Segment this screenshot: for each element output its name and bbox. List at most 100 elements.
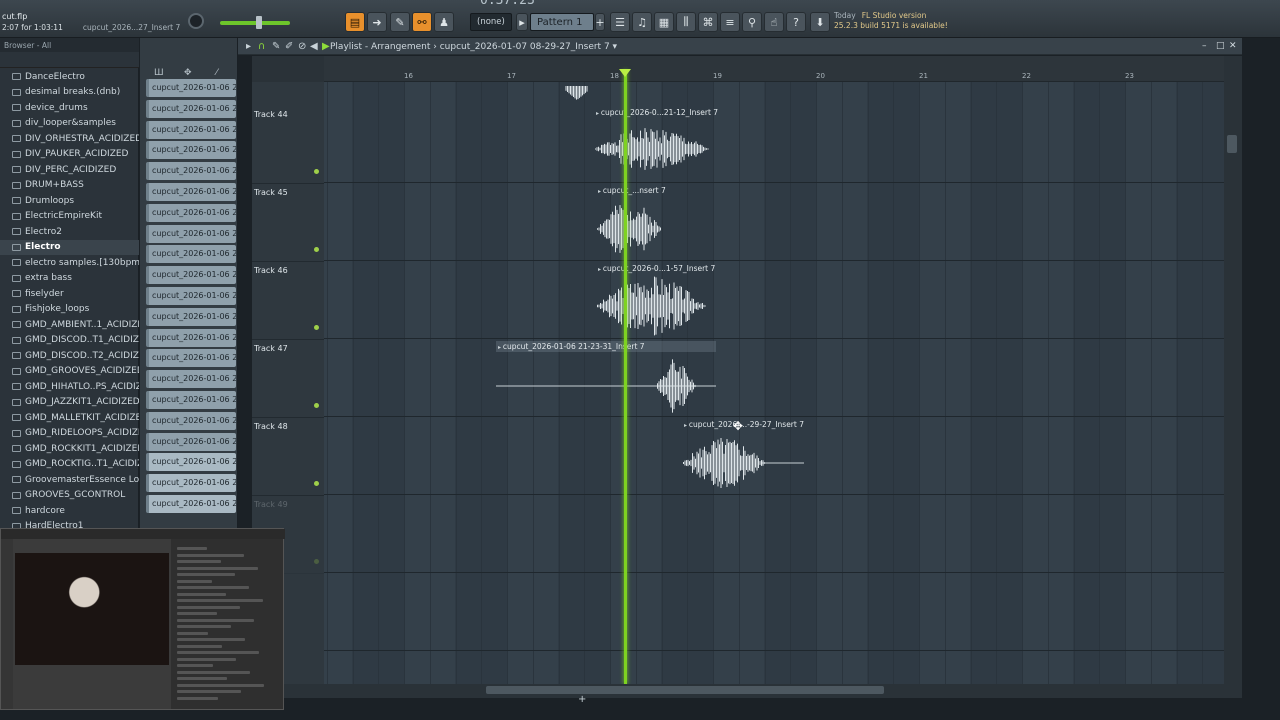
audio-waveform[interactable] — [596, 275, 706, 337]
picker-clip[interactable]: cupcut_2026-01-06 21-0... — [146, 162, 236, 181]
picker-clip[interactable]: cupcut_2026-01-06 21-1... — [146, 411, 236, 430]
browser-folder-item[interactable]: GroovemasterEssence Loops — [0, 472, 139, 488]
pattern-select[interactable]: Pattern 1 — [530, 13, 594, 31]
browser-folder-item[interactable]: DanceElectro — [0, 69, 139, 85]
maximize-icon[interactable]: □ — [1216, 41, 1225, 51]
link-button[interactable]: ⚯ — [412, 12, 432, 32]
browser-folder-item[interactable]: GMD_GROOVES_ACIDIZED — [0, 364, 139, 380]
picker-clip[interactable]: cupcut_2026-01-06 21-1... — [146, 349, 236, 368]
browser-folder-item[interactable]: GMD_MALLETKIT_ACIDIZED — [0, 410, 139, 426]
snap-arrow-button[interactable]: ➜ — [367, 12, 387, 32]
delete-icon[interactable]: ⊘ — [298, 41, 306, 52]
mute-icon[interactable]: ◀ — [310, 41, 318, 52]
browser-folder-item[interactable]: fiselyder — [0, 286, 139, 302]
picker-clip[interactable]: cupcut_2026-01-06 21-1... — [146, 432, 236, 451]
track-mute-led[interactable] — [314, 403, 319, 408]
playlist-grid[interactable]: cupcut_2026-0...21-12_Insert 7 cupcut_...… — [324, 82, 1224, 684]
add-track-icon[interactable]: + — [578, 694, 586, 705]
browser-folder-item[interactable]: DIV_ORHESTRA_ACIDIZED — [0, 131, 139, 147]
picker-clip[interactable]: cupcut_2026-01-06 21-1... — [146, 245, 236, 264]
mixer-button[interactable]: ⫼ — [676, 12, 696, 32]
playhead[interactable] — [624, 70, 627, 684]
audio-clip-label[interactable]: cupcut_2026-0...21-12_Insert 7 — [594, 107, 718, 118]
browser-folder-item[interactable]: Electro2 — [0, 224, 139, 240]
browser-header[interactable]: Browser - All — [0, 38, 139, 52]
pattern-add-button[interactable]: + — [595, 13, 605, 31]
metronome-button[interactable]: ♟ — [434, 12, 454, 32]
play-arrow-icon[interactable]: ▸ — [246, 41, 251, 52]
picker-clip[interactable]: cupcut_2026-01-06 21-0... — [146, 99, 236, 118]
touch-controller-button[interactable]: ☝ — [764, 12, 784, 32]
track-mute-led[interactable] — [314, 325, 319, 330]
browser-folder-item[interactable]: DRUM+BASS — [0, 178, 139, 194]
plugin-db-button[interactable]: ⚲ — [742, 12, 762, 32]
brush-icon[interactable]: ✐ — [285, 41, 293, 52]
download-button[interactable]: ⬇ — [810, 12, 830, 32]
browser-folder-item[interactable]: Drumloops — [0, 193, 139, 209]
audio-clip-label[interactable]: cupcut_...nsert 7 — [596, 185, 666, 196]
audio-waveform[interactable] — [596, 200, 662, 258]
browser-folder-item[interactable]: Fishjoke_loops — [0, 302, 139, 318]
browser-folder-item[interactable]: extra bass — [0, 271, 139, 287]
move-icon[interactable]: ✥ — [184, 68, 192, 78]
picker-clip[interactable]: cupcut_2026-01-06 21-2... — [146, 453, 236, 472]
picker-clip[interactable]: cupcut_2026-01-06 21-0... — [146, 141, 236, 160]
browser-folder-item[interactable]: GMD_ROCKTIG..T1_ACIDIZED — [0, 457, 139, 473]
timeline-ruler[interactable]: 16 17 18 19 20 21 22 23 — [324, 56, 1224, 82]
browser-folder-item[interactable]: DIV_PERC_ACIDIZED — [0, 162, 139, 178]
track-header[interactable]: Track 48 — [252, 418, 324, 496]
help-button[interactable]: ? — [786, 12, 806, 32]
picker-clip[interactable]: cupcut_2026-01-06 21-2... — [146, 474, 236, 493]
snap-select[interactable]: (none) — [470, 13, 512, 31]
picker-clip[interactable]: cupcut_2026-01-06 21-1... — [146, 286, 236, 305]
browser-folder-item[interactable]: GMD_RIDELOOPS_ACIDIZED — [0, 426, 139, 442]
playhead-marker[interactable] — [619, 69, 631, 77]
piano-roll-button[interactable]: ♫ — [632, 12, 652, 32]
browser-folder-item[interactable]: desimal breaks.(dnb) — [0, 85, 139, 101]
browser-folder-item[interactable]: div_looper&samples — [0, 116, 139, 132]
browser-folder-item[interactable]: GMD_DISCOD..T2_ACIDIZED — [0, 348, 139, 364]
master-volume-slider[interactable] — [220, 21, 290, 25]
picker-clip[interactable]: cupcut_2026-01-06 21-1... — [146, 328, 236, 347]
picker-clip[interactable]: cupcut_2026-01-06 21-0... — [146, 182, 236, 201]
pattern-prev-button[interactable]: ▸ — [516, 13, 528, 31]
browser-folder-item[interactable]: electro samples.[130bpm] — [0, 255, 139, 271]
picker-clip[interactable]: cupcut_2026-01-06 21-0... — [146, 120, 236, 139]
track-mute-led[interactable] — [314, 481, 319, 486]
audio-clip-label[interactable]: cupcut_2026-0...1-57_Insert 7 — [596, 263, 715, 274]
picker-clip[interactable]: cupcut_2026-01-06 21-1... — [146, 224, 236, 243]
magnet-icon[interactable]: ∩ — [258, 41, 265, 52]
picker-clip[interactable]: cupcut_2026-01-06 21-1... — [146, 203, 236, 222]
browser-folder-item[interactable]: GMD_AMBIENT..1_ACIDIZED — [0, 317, 139, 333]
browser-folder-item[interactable]: GMD_DISCOD..T1_ACIDIZED — [0, 333, 139, 349]
master-knob[interactable] — [188, 13, 204, 29]
channel-rack-button[interactable]: ▦ — [654, 12, 674, 32]
picker-clip[interactable]: cupcut_2026-01-06 21-1... — [146, 266, 236, 285]
picker-clip[interactable]: cupcut_2026-01-06 21-2... — [146, 494, 236, 513]
draw-tool-button[interactable]: ✎ — [390, 12, 410, 32]
browser-folder-item[interactable]: GMD_ROCKKIT1_ACIDIZED — [0, 441, 139, 457]
browser-folder-item[interactable]: ElectricEmpireKit — [0, 209, 139, 225]
track-header[interactable]: Track 45 — [252, 184, 324, 262]
browser-folder-item[interactable]: device_drums — [0, 100, 139, 116]
master-volume-handle[interactable] — [256, 16, 262, 29]
track-header[interactable]: Track 44 — [252, 106, 324, 184]
news-panel[interactable]: Today FL Studio version 25.2.3 build 5171… — [834, 11, 948, 31]
audio-clip-label[interactable]: cupcut_2026-01-06 21-23-31_Insert 7 — [496, 341, 716, 352]
track-mute-led[interactable] — [314, 169, 319, 174]
picker-clip[interactable]: cupcut_2026-01-06 21-1... — [146, 390, 236, 409]
minimize-icon[interactable]: – — [1202, 41, 1207, 51]
browser-folder-item[interactable]: GROOVES_GCONTROL — [0, 488, 139, 504]
browser-folder-item[interactable]: Electro — [0, 239, 139, 255]
track-mute-led[interactable] — [314, 559, 319, 564]
track-header[interactable]: Track 47 — [252, 340, 324, 418]
track-header[interactable]: Track 46 — [252, 262, 324, 340]
browser-folder-item[interactable]: GMD_HIHATLO..PS_ACIDIZED — [0, 379, 139, 395]
audio-waveform[interactable] — [594, 127, 709, 171]
audio-waveform[interactable] — [682, 437, 806, 489]
audio-waveform[interactable] — [496, 357, 716, 415]
vertical-scroll-thumb[interactable] — [1227, 135, 1237, 153]
list-icon[interactable]: Ш — [154, 68, 164, 78]
browser-folder-item[interactable]: DIV_PAUKER_ACIDIZED — [0, 147, 139, 163]
browser-button[interactable]: ≡ — [720, 12, 740, 32]
